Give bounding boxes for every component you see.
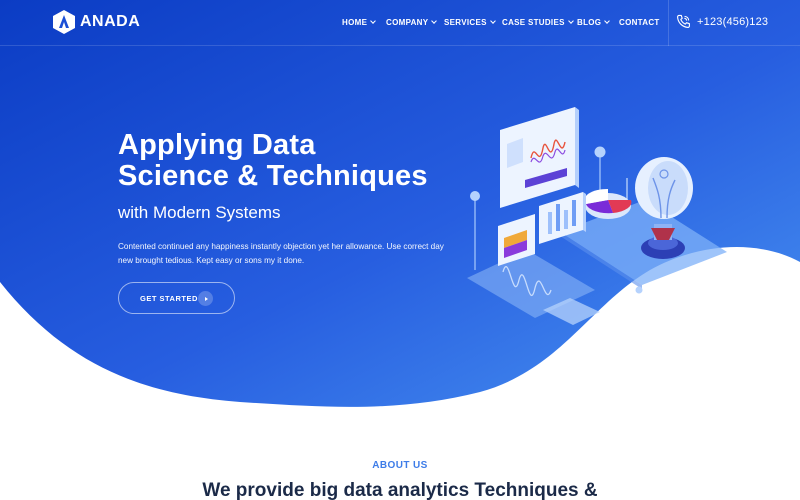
phone-link[interactable]: +123(456)123: [676, 14, 768, 29]
chevron-down-icon: [567, 18, 574, 24]
nav-item-label: CONTACT: [619, 18, 660, 27]
nav-item-home[interactable]: HOME: [342, 18, 377, 27]
about-label: ABOUT US: [372, 460, 428, 471]
chevron-down-icon: [604, 18, 611, 24]
nav-item-case-studies[interactable]: CASE STUDIES: [502, 18, 574, 27]
nav-item-label: CASE STUDIES: [502, 18, 565, 27]
get-started-button[interactable]: GET STARTED: [118, 282, 235, 314]
nav-item-label: HOME: [342, 18, 368, 27]
phone-number: +123(456)123: [697, 15, 769, 28]
hero-title-line-2: Science & Techniques: [118, 160, 428, 192]
hero-title-line-1: Applying Data: [118, 129, 316, 161]
data-science-illustration: [467, 107, 727, 325]
brand-name: ANADA: [80, 13, 141, 30]
nav-item-services[interactable]: SERVICES: [444, 18, 496, 27]
nav-item-blog[interactable]: BLOG: [577, 18, 611, 27]
hero-subtitle: with Modern Systems: [118, 203, 281, 222]
arrow-right-icon: [198, 291, 213, 306]
chevron-down-icon: [489, 18, 496, 24]
chevron-down-icon: [431, 18, 438, 24]
hero-title: Applying Data Science & Techniques: [118, 130, 428, 192]
nav-item-label: BLOG: [577, 18, 602, 27]
logo-icon: [53, 10, 75, 34]
about-heading: We provide big data analytics Techniques…: [202, 480, 598, 500]
nav-item-contact[interactable]: CONTACT: [619, 18, 660, 27]
brand-logo[interactable]: ANADA: [53, 10, 140, 34]
get-started-label: GET STARTED: [140, 293, 198, 303]
nav-item-label: SERVICES: [444, 18, 487, 27]
phone-icon: [677, 14, 690, 28]
nav-divider: [668, 0, 669, 46]
hero-description: Contented continued any happiness instan…: [118, 242, 444, 265]
site-header: ANADA HOME COMPANY SERVICES CASE STUDIES…: [0, 0, 800, 46]
nav-item-company[interactable]: COMPANY: [386, 18, 438, 27]
nav-item-label: COMPANY: [386, 18, 429, 27]
chevron-down-icon: [370, 18, 377, 24]
